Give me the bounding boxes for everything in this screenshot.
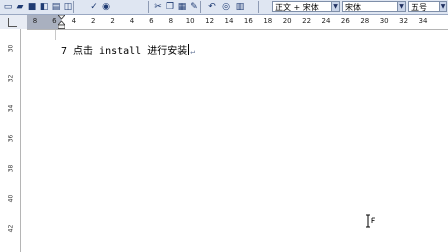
margin-guide (55, 30, 56, 40)
ruler-tick-label: 4 (71, 17, 77, 25)
chevron-down-icon[interactable]: ▼ (397, 1, 406, 12)
format-painter-icon[interactable]: ✎ (188, 1, 200, 13)
paragraph-mark-icon: ↵ (190, 47, 196, 56)
style-combo[interactable]: 正文 + 宋体 (272, 1, 332, 12)
ruler-tick-label: 34 (418, 17, 428, 25)
ruler-tick-label: 36 (7, 134, 15, 143)
ruler-tick-label: 10 (185, 17, 195, 25)
indent-marker-icon[interactable] (58, 15, 65, 29)
ruler-tick-label: 28 (360, 17, 370, 25)
research-icon[interactable]: ◉ (100, 1, 112, 13)
permission-icon[interactable]: ◧ (38, 1, 50, 13)
ruler-tick-label: 24 (321, 17, 331, 25)
save-icon[interactable]: ■ (26, 1, 38, 13)
paste-icon[interactable]: ▦ (176, 1, 188, 13)
toolbar-separator (200, 1, 201, 13)
ruler-tick-label: 6 (52, 17, 57, 25)
tab-selector[interactable] (0, 15, 28, 29)
ruler-tick-label: 2 (110, 17, 115, 25)
document-text-line[interactable]: 7 点击 install 进行安装 ↵ (61, 44, 195, 58)
ruler-tick-label: 26 (340, 17, 350, 25)
document-text: 7 点击 install 进行安装 (61, 46, 188, 57)
copy-icon[interactable]: ❐ (164, 1, 176, 13)
ruler-tick-label: 34 (7, 104, 15, 113)
ruler-tick-label: 38 (7, 164, 15, 173)
ruler-tick-label: 18 (263, 17, 273, 25)
vertical-ruler[interactable]: 30 32 34 36 38 40 42 (0, 29, 21, 252)
open-folder-icon[interactable]: ▰ (14, 1, 26, 13)
toolbar-separator (258, 1, 259, 13)
ruler-tick-label: 32 (7, 74, 15, 83)
document-page[interactable]: 7 点击 install 进行安装 ↵ (21, 30, 448, 252)
ruler-tick-label: 40 (7, 194, 15, 203)
ruler-tick-label: 12 (205, 17, 215, 25)
ruler-tick-label: 42 (7, 224, 15, 233)
ruler-tick-label: 8 (32, 17, 38, 25)
ruler-tick-label: 30 (379, 17, 389, 25)
ruler-tick-label: 4 (129, 17, 135, 25)
ruler-tick-label: 14 (224, 17, 234, 25)
ruler-tick-label: 32 (399, 17, 409, 25)
ruler-tick-label: 20 (282, 17, 292, 25)
print-icon[interactable]: ▤ (50, 1, 62, 13)
horizontal-ruler[interactable]: 8 6 4 2 2 4 6 8 10 12 14 16 18 20 22 24 26 28 30 32 34 (27, 15, 448, 30)
new-document-icon[interactable]: ▭ (2, 1, 14, 13)
chevron-down-icon[interactable]: ▼ (331, 1, 340, 12)
ruler-tick-label: 2 (90, 17, 96, 25)
ruler-tick-label: 30 (7, 44, 15, 53)
toolbar-separator (148, 1, 149, 13)
spelling-icon[interactable]: ✓ (88, 1, 100, 13)
ruler-tick-label: 8 (168, 17, 174, 25)
font-size-combo[interactable]: 五号 (408, 1, 442, 12)
table-icon[interactable]: ▥ (234, 1, 246, 13)
ibeam-cursor-icon (366, 214, 375, 228)
undo-icon[interactable]: ↶ (206, 1, 218, 13)
cut-icon[interactable]: ✂ (152, 1, 164, 13)
left-tab-icon (8, 18, 17, 27)
hyperlink-icon[interactable]: ◎ (220, 1, 232, 13)
font-combo[interactable]: 宋体 (342, 1, 398, 12)
ruler-tick-label: 16 (243, 17, 253, 25)
toolbar-separator (73, 1, 74, 13)
standard-toolbar: ▭ ▰ ■ ◧ ▤ ◫ ✓ ◉ ✂ ❐ ▦ ✎ ↶ ◎ ▥ 正文 + 宋体 ▼ 宋体 ▼ 五号 ▼ (0, 0, 448, 15)
ruler-tick-label: 6 (149, 17, 154, 25)
chevron-down-icon[interactable]: ▼ (439, 1, 447, 12)
ruler-tick-label: 22 (302, 17, 312, 25)
